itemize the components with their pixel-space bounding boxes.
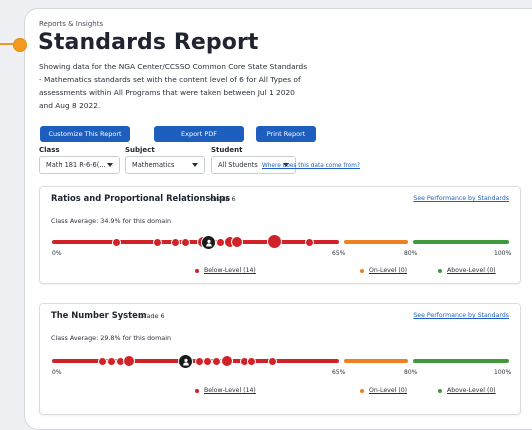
student-score-dot[interactable] — [231, 236, 243, 248]
performance-by-standards-link[interactable]: See Performance by Standards — [413, 195, 509, 202]
grade-label: Grade 6 — [139, 312, 165, 320]
print-report-button[interactable]: Print Report — [256, 126, 316, 142]
student-score-dot[interactable] — [203, 357, 212, 366]
chevron-down-icon — [192, 163, 198, 167]
axis-tick: 0% — [52, 369, 62, 376]
student-marker-icon[interactable] — [178, 354, 193, 369]
student-score-dot[interactable] — [268, 357, 277, 366]
legend-dot — [195, 268, 199, 273]
legend-label: Below-Level (14) — [204, 387, 256, 394]
export-pdf-button[interactable]: Export PDF — [154, 126, 244, 142]
legend-on-level[interactable]: On-Level (0) — [360, 387, 407, 394]
student-score-dot[interactable] — [305, 238, 314, 247]
class-select[interactable]: Math 181 R-6-6(... — [39, 156, 120, 174]
performance-by-standards-link[interactable]: See Performance by Standards — [413, 312, 509, 319]
subject-label: Subject — [125, 146, 155, 154]
domain-card: The Number System Grade 6 See Performanc… — [39, 303, 521, 415]
student-score-dot[interactable] — [181, 238, 190, 247]
timeline-dot — [13, 38, 27, 52]
legend-label: Below-Level (14) — [204, 267, 256, 274]
legend-dot — [360, 268, 364, 273]
axis-tick: 100% — [494, 369, 512, 376]
axis-tick: 65% — [332, 369, 346, 376]
above-level-bar — [413, 359, 509, 363]
student-label: Student — [211, 146, 243, 154]
axis-tick: 100% — [494, 250, 512, 257]
subject-select-value: Mathematics — [132, 161, 175, 169]
student-score-dot[interactable] — [247, 357, 256, 366]
legend-label: On-Level (0) — [369, 387, 408, 394]
class-average: Class Average: 29.8% for this domain — [51, 334, 172, 342]
subject-select[interactable]: Mathematics — [125, 156, 205, 174]
below-level-bar — [52, 240, 339, 244]
on-level-bar — [344, 359, 408, 363]
legend-above-level[interactable]: Above-Level (0) — [438, 387, 496, 394]
student-score-dot[interactable] — [153, 238, 162, 247]
legend-dot — [360, 388, 364, 393]
student-score-dot[interactable] — [212, 357, 221, 366]
student-select-value: All Students — [218, 161, 258, 169]
domain-title: Ratios and Proportional Relationships — [51, 193, 231, 203]
legend-label: Above-Level (0) — [447, 387, 496, 394]
student-score-dot[interactable] — [221, 355, 233, 367]
report-description: Showing data for the NGA Center/CCSSO Co… — [39, 62, 308, 110]
student-score-dot[interactable] — [107, 357, 116, 366]
above-level-bar — [413, 240, 509, 244]
legend-below-level[interactable]: Below-Level (14) — [195, 267, 256, 274]
legend-dot — [438, 268, 442, 273]
person-icon — [205, 239, 212, 246]
student-score-dot[interactable] — [267, 234, 282, 249]
axis-tick: 80% — [404, 369, 418, 376]
student-marker-icon[interactable] — [201, 235, 216, 250]
legend-label: On-Level (0) — [369, 267, 408, 274]
page-title: Standards Report — [38, 30, 259, 55]
class-average: Class Average: 34.9% for this domain — [51, 217, 172, 225]
class-select-value: Math 181 R-6-6(... — [46, 161, 106, 169]
axis-tick: 80% — [404, 250, 418, 257]
legend-dot — [438, 388, 442, 393]
legend-below-level[interactable]: Below-Level (14) — [195, 387, 256, 394]
class-label: Class — [39, 146, 60, 154]
student-score-dot[interactable] — [112, 238, 121, 247]
legend-dot — [195, 388, 199, 393]
legend-on-level[interactable]: On-Level (0) — [360, 267, 407, 274]
data-source-link[interactable]: Where does this data come from? — [262, 163, 360, 169]
on-level-bar — [344, 240, 408, 244]
legend-above-level[interactable]: Above-Level (0) — [438, 267, 496, 274]
domain-title: The Number System — [51, 310, 147, 320]
chevron-down-icon — [107, 163, 113, 167]
legend-label: Above-Level (0) — [447, 267, 496, 274]
student-score-dot[interactable] — [171, 238, 180, 247]
grade-label: Grade 6 — [210, 195, 236, 203]
person-icon — [182, 358, 189, 365]
axis-tick: 0% — [52, 250, 62, 257]
student-score-dot[interactable] — [98, 357, 107, 366]
student-score-dot[interactable] — [123, 355, 135, 367]
customize-report-button[interactable]: Customize This Report — [40, 126, 130, 142]
breadcrumb[interactable]: Reports & Insights — [39, 20, 103, 28]
axis-tick: 65% — [332, 250, 346, 257]
domain-card: Ratios and Proportional Relationships Gr… — [39, 186, 521, 284]
